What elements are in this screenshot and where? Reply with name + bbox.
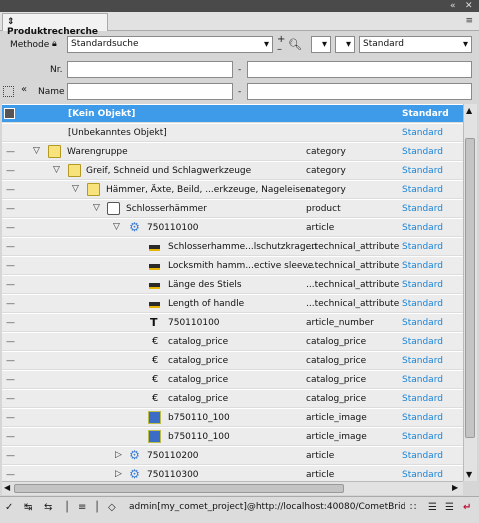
bar-icon[interactable]: │ xyxy=(64,502,70,513)
checkmark-icon[interactable]: ✓ xyxy=(5,502,13,513)
folder-icon xyxy=(87,183,100,196)
technical-attribute-icon xyxy=(149,283,160,289)
expanded-triangle-icon[interactable]: ▽ xyxy=(53,165,60,175)
dropdown-b[interactable] xyxy=(335,36,355,53)
collapsed-triangle-icon[interactable]: ▷ xyxy=(115,450,122,460)
article-gear-icon: ⚙ xyxy=(129,220,140,234)
list-item[interactable]: — T 750110100 article_number Standard xyxy=(2,313,463,332)
euro-icon: € xyxy=(152,374,159,385)
nr-label: Nr. xyxy=(50,65,63,75)
standard-select[interactable]: Standard xyxy=(359,36,472,53)
scroll-left-icon[interactable]: ◀ xyxy=(4,483,10,492)
panel-menu-icon[interactable]: ≡ xyxy=(465,16,473,26)
connection-info: admin[my_comet_project]@http://localhost… xyxy=(129,502,405,512)
lock-icon: 🔒︎ xyxy=(52,39,57,49)
name-from-input[interactable] xyxy=(67,83,233,100)
nr-to-input[interactable] xyxy=(247,61,472,78)
collapse-all-icon[interactable]: « xyxy=(21,84,27,95)
separator-icon: │ xyxy=(94,502,101,513)
filter-icon[interactable]: ≡ xyxy=(78,502,86,513)
name-label: Name xyxy=(38,87,65,97)
list-item[interactable]: [Unbekanntes Objekt] Standard xyxy=(2,123,463,142)
name-to-input[interactable] xyxy=(247,83,472,100)
list-item[interactable]: — b750110_100 article_image Standard xyxy=(2,427,463,446)
list-item[interactable]: — € catalog_price catalog_price Standard xyxy=(2,389,463,408)
list-item[interactable]: — Length of handle ...technical_attribut… xyxy=(2,294,463,313)
dropdown-a[interactable] xyxy=(311,36,331,53)
product-icon xyxy=(107,202,120,215)
tag-icon[interactable]: ◇ xyxy=(108,502,116,513)
euro-icon: € xyxy=(152,336,159,347)
collapsed-triangle-icon[interactable]: ▷ xyxy=(115,469,122,479)
technical-attribute-icon xyxy=(149,264,160,270)
folder-icon xyxy=(48,145,61,158)
filter-list-icon[interactable]: ∷ xyxy=(410,502,416,513)
euro-icon: € xyxy=(152,355,159,366)
remove-button[interactable]: – xyxy=(277,44,282,55)
list-item[interactable]: — ▽ Schlosserhämmer product Standard xyxy=(2,199,463,218)
panel-tab[interactable]: ⇕ Produktrecherche xyxy=(2,13,108,37)
technical-attribute-icon xyxy=(149,302,160,308)
list-item[interactable]: — ▽ Warengruppe category Standard xyxy=(2,142,463,161)
nr-range-separator: - xyxy=(238,65,242,75)
menu-icon[interactable]: ☰ xyxy=(445,502,454,513)
window-top-strip: « ✕ xyxy=(0,0,479,12)
list-item[interactable]: — ▽ ⚙ 750110100 article Standard xyxy=(2,218,463,237)
list-item[interactable]: — Locksmith hamm...ective sleeve ...tech… xyxy=(2,256,463,275)
euro-icon: € xyxy=(152,393,159,404)
expanded-triangle-icon[interactable]: ▽ xyxy=(93,203,100,213)
expanded-triangle-icon[interactable]: ▽ xyxy=(72,184,79,194)
list-item[interactable]: — € catalog_price catalog_price Standard xyxy=(2,351,463,370)
scroll-right-icon[interactable]: ▶ xyxy=(452,483,458,492)
list-item[interactable]: — Schlosserhamme...lschutzkragen ...tech… xyxy=(2,237,463,256)
list-icon[interactable]: ☰ xyxy=(428,502,437,513)
empty-object-icon xyxy=(4,108,15,119)
horizontal-scroll-thumb[interactable] xyxy=(14,484,344,493)
folder-icon xyxy=(68,164,81,177)
article-gear-icon: ⚙ xyxy=(129,448,140,462)
result-list: [Kein Objekt] Standard [Unbekanntes Obje… xyxy=(2,104,463,481)
list-item[interactable]: [Kein Objekt] Standard xyxy=(2,104,463,123)
scroll-up-icon[interactable]: ▲ xyxy=(466,106,472,115)
panel-tab-arrows-icon: ⇕ xyxy=(7,17,15,27)
vertical-scroll-thumb[interactable] xyxy=(465,138,475,438)
list-item[interactable]: — ▷ ⚙ 750110200 article Standard xyxy=(2,446,463,465)
swap-icon[interactable]: ⇆ xyxy=(44,502,52,513)
list-item[interactable]: — € catalog_price catalog_price Standard xyxy=(2,370,463,389)
method-label: Methode xyxy=(10,40,50,50)
enter-icon[interactable]: ↵ xyxy=(463,502,471,513)
list-item[interactable]: — b750110_100 article_image Standard xyxy=(2,408,463,427)
expanded-triangle-icon[interactable]: ▽ xyxy=(33,146,40,156)
select-rect-icon[interactable] xyxy=(3,86,14,97)
expanded-triangle-icon[interactable]: ▽ xyxy=(113,222,120,232)
close-panel-icon[interactable]: ✕ xyxy=(465,1,473,11)
list-item[interactable]: — ▽ Greif, Schneid und Schlagwerkzeuge c… xyxy=(2,161,463,180)
move-left-icon[interactable]: ↹ xyxy=(24,502,32,513)
technical-attribute-icon xyxy=(149,245,160,251)
text-t-icon: T xyxy=(150,316,158,329)
scroll-down-icon[interactable]: ▼ xyxy=(466,470,472,479)
image-icon xyxy=(148,430,161,443)
article-gear-icon: ⚙ xyxy=(129,467,140,481)
list-item[interactable]: — Länge des Stiels ...technical_attribut… xyxy=(2,275,463,294)
list-item[interactable]: — ▷ ⚙ 750110300 article Standard xyxy=(2,465,463,481)
nr-from-input[interactable] xyxy=(67,61,233,78)
name-range-separator: - xyxy=(238,87,242,97)
collapse-panel-icon[interactable]: « xyxy=(450,1,456,11)
image-icon xyxy=(148,411,161,424)
list-item[interactable]: — ▽ Hämmer, Äxte, Beild, ...erkzeuge, Na… xyxy=(2,180,463,199)
search-icon[interactable]: 🔍︎ xyxy=(288,38,302,51)
method-select[interactable]: Standardsuche xyxy=(67,36,273,53)
list-item[interactable]: — € catalog_price catalog_price Standard xyxy=(2,332,463,351)
